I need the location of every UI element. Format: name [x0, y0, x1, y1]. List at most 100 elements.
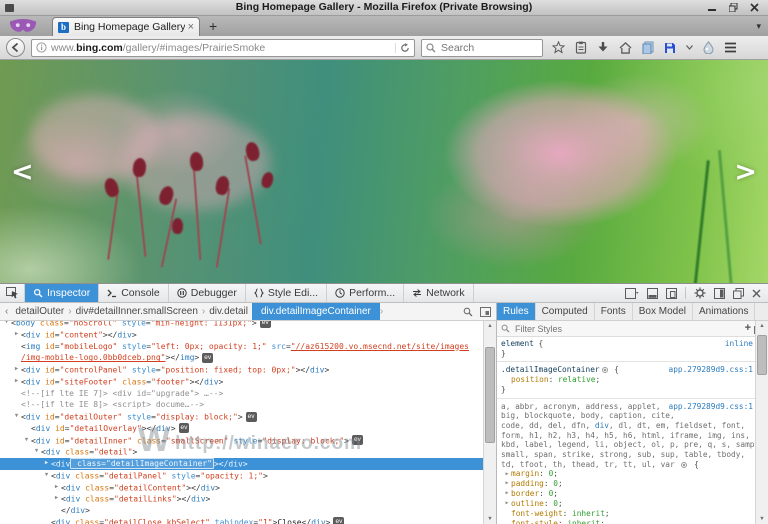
- rule-line[interactable]: form, h1, h2, h3, h4, h5, h6, html, ifra…: [497, 431, 755, 441]
- event-listener-badge[interactable]: ev: [333, 517, 345, 524]
- breadcrumb-item-selected[interactable]: div.detailImageContainer: [251, 303, 380, 320]
- previous-image-arrow[interactable]: <: [11, 156, 34, 187]
- markup-row[interactable]: ▶ <div id="siteFooter" class="footer"></d…: [0, 376, 483, 388]
- devtools-close-icon[interactable]: [752, 289, 761, 298]
- expand-arrow-icon[interactable]: ▶: [12, 329, 21, 341]
- next-image-arrow[interactable]: >: [734, 156, 757, 187]
- markup-scrollbar[interactable]: ▲ ▼: [483, 321, 496, 524]
- reload-icon[interactable]: [395, 42, 410, 53]
- stylesheet-source-link[interactable]: inline: [725, 339, 753, 349]
- expand-arrow-icon[interactable]: ▶: [52, 493, 61, 505]
- scrollbar-down-icon[interactable]: ▼: [484, 514, 496, 524]
- breadcrumb-scroll-left-icon[interactable]: ‹: [2, 306, 11, 317]
- minimize-icon[interactable]: [707, 2, 718, 13]
- rule-line[interactable]: code, dd, del, dfn, div, dl, dt, em, fie…: [497, 421, 755, 431]
- markup-row[interactable]: ▼ <body class="noScroll" style="min-heigh…: [0, 321, 483, 329]
- responsive-mode-icon[interactable]: [666, 287, 677, 299]
- bookmarks-icon[interactable]: [575, 41, 587, 54]
- tab-network[interactable]: Network: [404, 284, 474, 302]
- tab-list-dropdown-icon[interactable]: ▾: [756, 21, 761, 32]
- collapse-arrow-icon[interactable]: ▼: [22, 435, 31, 447]
- info-icon[interactable]: [36, 42, 47, 53]
- markup-row[interactable]: <img id="mobileLogo" style="left: 0px; o…: [0, 341, 483, 353]
- tab-fonts[interactable]: Fonts: [595, 303, 633, 320]
- markup-row[interactable]: <div class="detailClose kbSelect" tabind…: [0, 517, 483, 524]
- rule-line[interactable]: small, span, strike, strong, sub, sup, t…: [497, 450, 755, 460]
- dropdown-caret-icon[interactable]: [686, 45, 693, 50]
- rule-line[interactable]: ▶ margin: 0;: [497, 469, 755, 479]
- expand-arrow-icon[interactable]: ▶: [12, 364, 21, 376]
- selector-gear-icon[interactable]: [601, 367, 608, 374]
- download-icon[interactable]: [597, 41, 609, 54]
- rule-line[interactable]: ▶ outline: 0;: [497, 499, 755, 509]
- collapse-arrow-icon[interactable]: ▼: [12, 411, 21, 423]
- search-bar[interactable]: [421, 38, 543, 57]
- breadcrumb-item[interactable]: detailOuter: [11, 303, 68, 320]
- settings-gear-icon[interactable]: [694, 287, 706, 299]
- split-console-icon[interactable]: [647, 287, 658, 299]
- tab-computed[interactable]: Computed: [536, 303, 595, 320]
- rule-line[interactable]: font-weight: inherit;: [497, 509, 755, 519]
- back-button[interactable]: [6, 38, 25, 57]
- breadcrumb-item[interactable]: div.detail: [205, 303, 252, 320]
- collapse-arrow-icon[interactable]: ▼: [42, 470, 51, 482]
- search-markup-icon[interactable]: [463, 307, 473, 317]
- pick-element-icon[interactable]: [0, 284, 25, 302]
- rule-line[interactable]: ▶ padding: 0;: [497, 479, 755, 489]
- markup-row[interactable]: ▼ <div class="detail">: [0, 446, 483, 458]
- rule-line[interactable]: big, blockquote, body, caption, cite,: [497, 411, 755, 421]
- new-tab-button[interactable]: +: [209, 19, 217, 33]
- rule-line[interactable]: }: [497, 385, 755, 395]
- tab-console[interactable]: Console: [99, 284, 169, 302]
- markup-row[interactable]: <!--[if lte IE 8]> <script> docume…-->: [0, 399, 483, 411]
- markup-row[interactable]: ▶ <div class="detailLinks"></div>: [0, 493, 483, 505]
- tab-debugger[interactable]: Debugger: [169, 284, 246, 302]
- scrollbar-thumb[interactable]: [757, 335, 767, 375]
- markup-row[interactable]: ▼ <div id="detailOuter" style="display: b…: [0, 411, 483, 423]
- tab-box-model[interactable]: Box Model: [633, 303, 693, 320]
- breadcrumb-next-icon[interactable]: ›: [380, 306, 383, 317]
- stylesheet-source-link[interactable]: app.279289d9.css:1: [669, 365, 754, 375]
- markup-row[interactable]: <div id="detailOverlay"></div> ev: [0, 423, 483, 435]
- collapse-arrow-icon[interactable]: ▼: [32, 446, 41, 458]
- pages-icon[interactable]: [642, 41, 654, 54]
- breadcrumb-item[interactable]: div#detailInner.smallScreen: [72, 303, 202, 320]
- add-rule-icon[interactable]: +: [745, 323, 751, 334]
- expand-property-icon[interactable]: ▶: [503, 479, 511, 489]
- rule-line[interactable]: kbd, label, legend, li, object, ol, p, p…: [497, 440, 755, 450]
- markup-row[interactable]: ▶ <div class="detailContent"></div>: [0, 482, 483, 494]
- frame-select-icon[interactable]: [625, 287, 639, 299]
- rules-scrollbar[interactable]: ▲ ▼: [755, 321, 768, 524]
- selector-gear-icon[interactable]: [681, 461, 688, 468]
- tab-inspector[interactable]: Inspector: [25, 284, 100, 302]
- markup-row[interactable]: ▼ <div id="detailInner" class="smallScree…: [0, 435, 483, 447]
- expand-property-icon[interactable]: ▶: [503, 470, 511, 480]
- undock-window-icon[interactable]: [733, 287, 744, 299]
- event-listener-badge[interactable]: ev: [202, 352, 214, 363]
- rule-line[interactable]: }: [497, 349, 755, 359]
- tab-bing-homepage-gallery[interactable]: b Bing Homepage Gallery ×: [52, 17, 200, 36]
- collapse-arrow-icon[interactable]: ▼: [2, 321, 11, 329]
- stylesheet-source-link[interactable]: app.279289d9.css:1: [669, 402, 754, 412]
- scrollbar-up-icon[interactable]: ▲: [756, 321, 768, 332]
- markup-row-selected[interactable]: ▶ <div class="detailImageContainer" ></div…: [0, 458, 483, 470]
- droplet-icon[interactable]: [703, 41, 714, 54]
- rule-line[interactable]: .detailImageContainer {app.279289d9.css:…: [497, 365, 755, 375]
- filter-styles-input[interactable]: [513, 322, 742, 335]
- event-listener-badge[interactable]: ev: [178, 423, 190, 434]
- tab-performance[interactable]: Perform...: [327, 284, 405, 302]
- rule-line[interactable]: element {inline: [497, 339, 755, 349]
- markup-row[interactable]: ▶ <div id="content"></div>: [0, 329, 483, 341]
- scrollbar-thumb[interactable]: [485, 347, 495, 443]
- tab-close-icon[interactable]: ×: [188, 21, 194, 33]
- tab-rules[interactable]: Rules: [497, 303, 536, 320]
- scrollbar-up-icon[interactable]: ▲: [484, 321, 496, 332]
- close-icon[interactable]: [749, 2, 760, 13]
- expand-property-icon[interactable]: ▶: [503, 489, 511, 499]
- highlighter-icon[interactable]: [480, 306, 491, 317]
- rule-line[interactable]: ▶ border: 0;: [497, 489, 755, 499]
- scrollbar-down-icon[interactable]: ▼: [756, 514, 768, 524]
- event-listener-badge[interactable]: ev: [245, 411, 257, 422]
- event-listener-badge[interactable]: ev: [352, 435, 363, 446]
- restore-icon[interactable]: [728, 2, 739, 13]
